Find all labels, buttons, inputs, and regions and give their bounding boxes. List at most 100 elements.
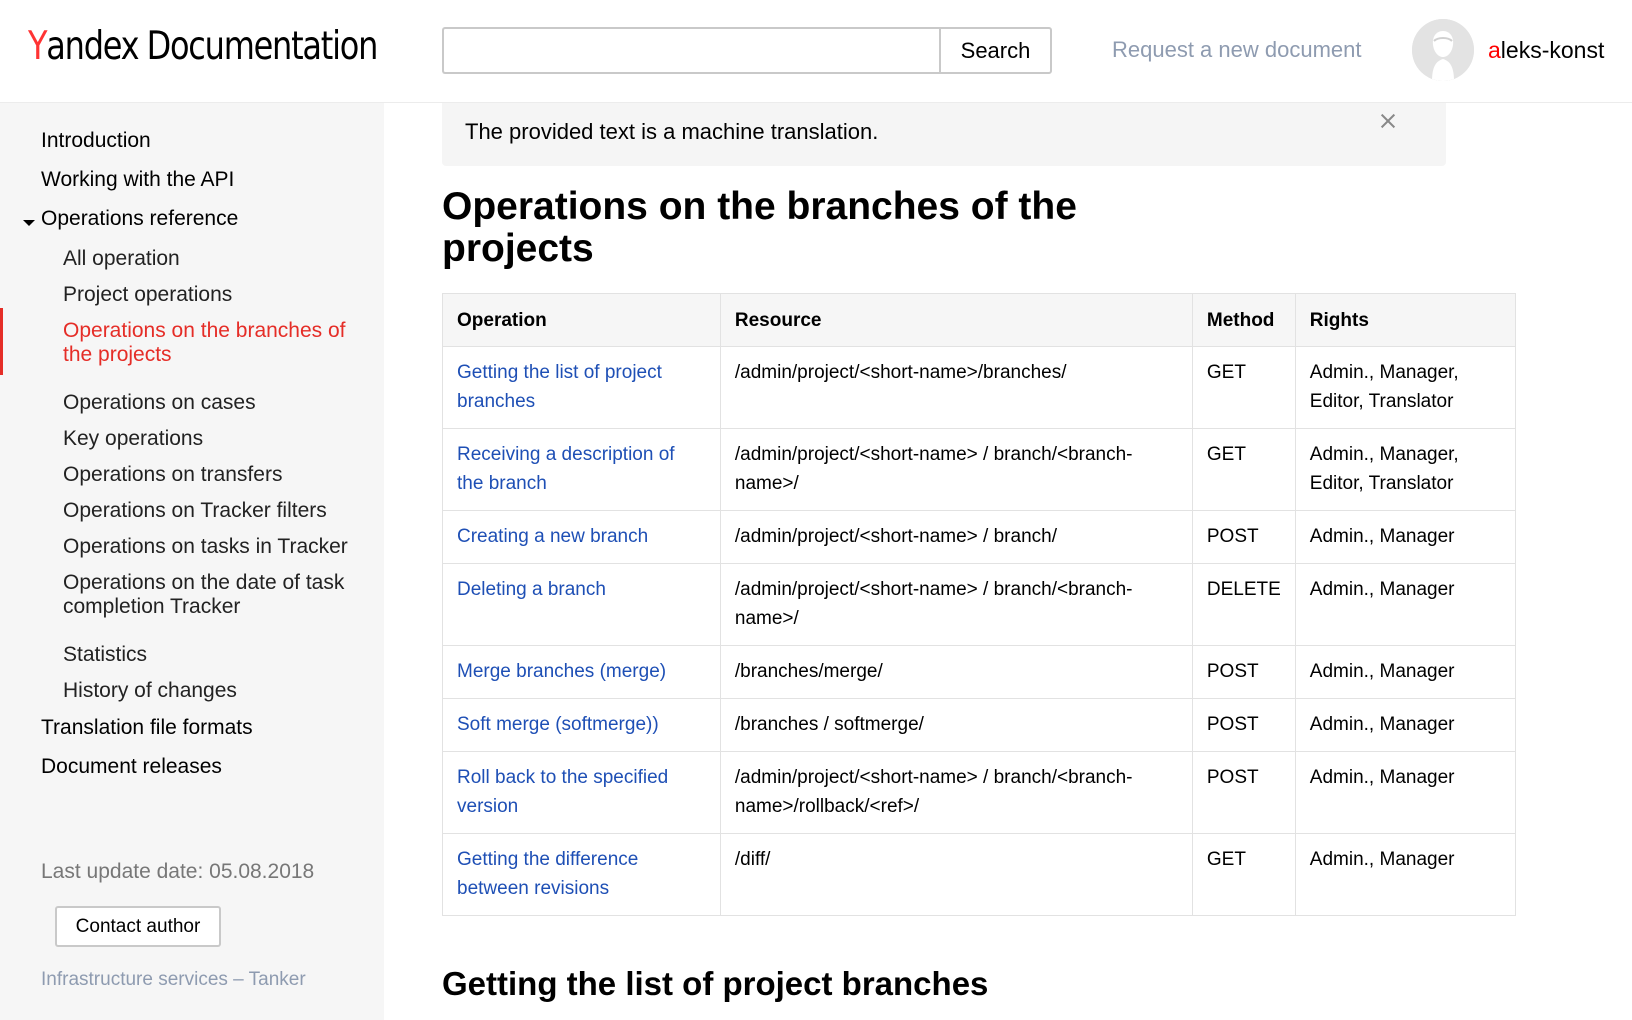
- username-first-letter: a: [1488, 37, 1501, 63]
- search-button[interactable]: Search: [939, 27, 1052, 74]
- last-update-date: Last update date: 05.08.2018: [41, 860, 315, 883]
- operation-link[interactable]: Getting the difference between revisions: [457, 849, 638, 899]
- machine-translation-notice: The provided text is a machine translati…: [442, 103, 1446, 166]
- method-cell: GET: [1191, 833, 1296, 916]
- operation-link[interactable]: Creating a new branch: [457, 526, 648, 547]
- sidebar-item-tracker-tasks[interactable]: Operations on tasks in Tracker: [63, 535, 348, 559]
- sidebar-item-translation-formats[interactable]: Translation file formats: [41, 716, 253, 740]
- search-form: Search: [442, 27, 1052, 74]
- sidebar: Introduction Working with the API Operat…: [0, 103, 384, 1020]
- column-header-method: Method: [1191, 293, 1296, 347]
- logo-documentation-text: Documentation: [146, 24, 379, 69]
- sidebar-item-branches-line1: Operations on the branches of: [63, 319, 346, 342]
- sidebar-item-key-operations[interactable]: Key operations: [63, 427, 203, 451]
- sidebar-item-introduction[interactable]: Introduction: [41, 129, 151, 153]
- rights-cell: Admin., Manager, Editor, Translator: [1294, 346, 1517, 429]
- table-row: Merge branches (merge) /branches/merge/ …: [442, 645, 1517, 699]
- rights-cell: Admin., Manager, Editor, Translator: [1294, 428, 1517, 511]
- resource-cell: /diff/: [719, 833, 1193, 916]
- operation-cell: Creating a new branch: [442, 510, 721, 564]
- rights-cell: Admin., Manager: [1294, 833, 1517, 916]
- method-cell: DELETE: [1191, 563, 1296, 646]
- sidebar-item-branches[interactable]: Operations on the branches of the projec…: [63, 319, 346, 367]
- operation-link[interactable]: Receiving a description of the branch: [457, 444, 675, 494]
- avatar[interactable]: [1412, 19, 1474, 81]
- operation-cell: Merge branches (merge): [442, 645, 721, 699]
- request-new-document-link[interactable]: Request a new document: [1112, 37, 1362, 63]
- resource-cell: /branches / softmerge/: [719, 698, 1193, 752]
- sidebar-item-all-operation[interactable]: All operation: [63, 247, 180, 271]
- sidebar-item-task-completion-line2: completion Tracker: [63, 595, 241, 618]
- yandex-documentation-logo[interactable]: Yandex Documentation: [28, 24, 379, 80]
- resource-cell: /branches/merge/: [719, 645, 1193, 699]
- sidebar-item-branches-line2: the projects: [63, 343, 172, 366]
- rights-cell: Admin., Manager: [1294, 510, 1517, 564]
- table-row: Creating a new branch /admin/project/<sh…: [442, 510, 1517, 564]
- sidebar-item-transfers[interactable]: Operations on transfers: [63, 463, 282, 487]
- operations-table: Operation Resource Method Rights Getting…: [442, 293, 1517, 916]
- operation-cell: Getting the list of project branches: [442, 346, 721, 429]
- rights-cell: Admin., Manager: [1294, 698, 1517, 752]
- operation-cell: Roll back to the specified version: [442, 751, 721, 834]
- table-row: Getting the list of project branches /ad…: [442, 346, 1517, 429]
- resource-cell: /admin/project/<short-name> / branch/: [719, 510, 1193, 564]
- caret-down-icon[interactable]: [23, 220, 35, 226]
- operation-link[interactable]: Soft merge (softmerge)): [457, 714, 659, 735]
- top-header: Yandex Documentation Search Request a new…: [0, 0, 1632, 103]
- sidebar-item-history[interactable]: History of changes: [63, 679, 237, 703]
- sidebar-item-tracker-filters[interactable]: Operations on Tracker filters: [63, 499, 327, 523]
- rights-cell: Admin., Manager: [1294, 563, 1517, 646]
- rights-cell: Admin., Manager: [1294, 751, 1517, 834]
- table-row: Receiving a description of the branch /a…: [442, 428, 1517, 511]
- sidebar-item-task-completion-line1: Operations on the date of task: [63, 571, 345, 594]
- operation-link[interactable]: Roll back to the specified version: [457, 767, 668, 817]
- notice-text: The provided text is a machine translati…: [465, 119, 879, 144]
- operation-cell: Getting the difference between revisions: [442, 833, 721, 916]
- method-cell: GET: [1191, 346, 1296, 429]
- operation-cell: Deleting a branch: [442, 563, 721, 646]
- operation-cell: Soft merge (softmerge)): [442, 698, 721, 752]
- sidebar-item-task-completion-date[interactable]: Operations on the date of task completio…: [63, 571, 344, 619]
- column-header-resource: Resource: [719, 293, 1193, 347]
- sidebar-item-document-releases[interactable]: Document releases: [41, 755, 222, 779]
- operation-link[interactable]: Merge branches (merge): [457, 661, 666, 682]
- sidebar-item-cases[interactable]: Operations on cases: [63, 391, 256, 415]
- method-cell: POST: [1191, 751, 1296, 834]
- operation-link[interactable]: Deleting a branch: [457, 579, 606, 600]
- main-content: The provided text is a machine translati…: [384, 103, 1632, 1020]
- search-input[interactable]: [442, 27, 939, 74]
- table-row: Roll back to the specified version /admi…: [442, 751, 1517, 834]
- resource-cell: /admin/project/<short-name> / branch/<br…: [719, 563, 1193, 646]
- table-row: Getting the difference between revisions…: [442, 833, 1517, 916]
- column-header-operation: Operation: [442, 293, 721, 347]
- avatar-icon: [1412, 19, 1474, 81]
- method-cell: POST: [1191, 698, 1296, 752]
- table-row: Soft merge (softmerge)) /branches / soft…: [442, 698, 1517, 752]
- column-header-rights: Rights: [1294, 293, 1517, 347]
- resource-cell: /admin/project/<short-name> / branch/<br…: [719, 751, 1193, 834]
- resource-cell: /admin/project/<short-name> / branch/<br…: [719, 428, 1193, 511]
- username[interactable]: aleks-konst: [1488, 37, 1604, 64]
- page-title: Operations on the branches of the projec…: [442, 185, 1077, 270]
- method-cell: GET: [1191, 428, 1296, 511]
- username-rest: leks-konst: [1500, 37, 1605, 63]
- sidebar-item-operations-reference[interactable]: Operations reference: [41, 207, 238, 231]
- sidebar-item-statistics[interactable]: Statistics: [63, 643, 147, 667]
- method-cell: POST: [1191, 645, 1296, 699]
- resource-cell: /admin/project/<short-name>/branches/: [719, 346, 1193, 429]
- sidebar-item-project-operations[interactable]: Project operations: [63, 283, 232, 307]
- operation-link[interactable]: Getting the list of project branches: [457, 362, 662, 412]
- table-row: Deleting a branch /admin/project/<short-…: [442, 563, 1517, 646]
- operation-cell: Receiving a description of the branch: [442, 428, 721, 511]
- sidebar-item-working-with-api[interactable]: Working with the API: [41, 168, 234, 192]
- active-indicator: [0, 308, 3, 375]
- section-title: Getting the list of project branches: [442, 965, 989, 1002]
- rights-cell: Admin., Manager: [1294, 645, 1517, 699]
- infrastructure-services-link[interactable]: Infrastructure services – Tanker: [41, 969, 306, 991]
- close-icon[interactable]: [1378, 111, 1398, 131]
- contact-author-button[interactable]: Contact author: [55, 906, 221, 947]
- logo-yandex-text: andex: [46, 24, 139, 69]
- method-cell: POST: [1191, 510, 1296, 564]
- logo-y-letter: Y: [28, 24, 48, 69]
- table-header-row: Operation Resource Method Rights: [442, 293, 1517, 347]
